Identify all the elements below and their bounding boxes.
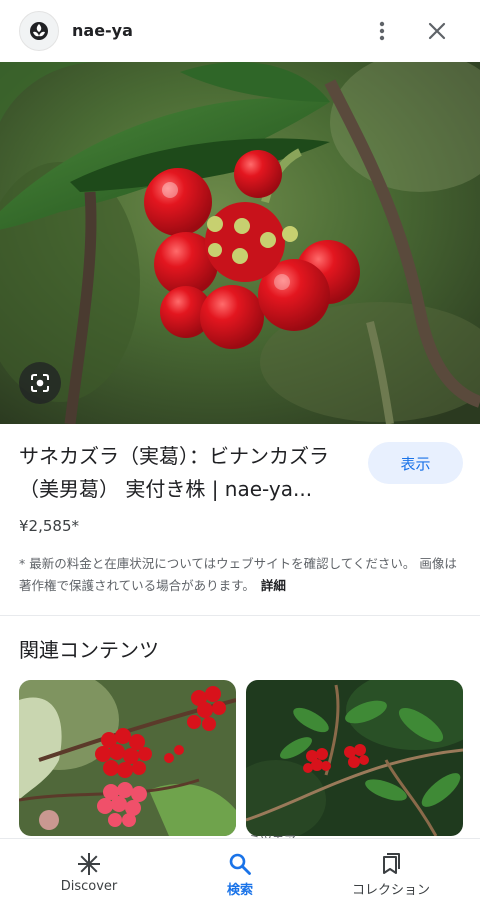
related-thumbnail[interactable] (246, 680, 463, 836)
more-vert-icon (379, 21, 385, 41)
copyright-notice: * 最新の料金と在庫状況についてはウェブサイトを確認してください。 画像は著作権… (19, 553, 464, 597)
lens-icon (31, 374, 49, 392)
bookmarks-icon (383, 853, 400, 874)
plant-logo-icon (30, 22, 48, 40)
search-icon (229, 853, 251, 875)
nav-collections-label: コレクション (351, 883, 430, 898)
lens-button[interactable] (19, 362, 61, 404)
nav-collections[interactable]: コレクション (311, 839, 471, 905)
related-heading: 関連コンテンツ (19, 638, 159, 662)
close-button[interactable] (421, 15, 453, 47)
nav-discover[interactable]: Discover (9, 839, 169, 905)
details-link[interactable]: 詳細 (261, 578, 286, 593)
nav-search-label: 検索 (226, 883, 253, 898)
nav-discover-label: Discover (60, 879, 118, 894)
divider (0, 615, 480, 616)
related-thumbnail[interactable] (19, 680, 236, 836)
more-options-button[interactable] (366, 15, 398, 47)
price: ¥2,585* (19, 517, 79, 535)
view-button[interactable]: 表示 (368, 442, 463, 484)
asterisk-icon (78, 853, 100, 875)
result-title[interactable]: サネカズラ（実葛）：ビナンカズラ（美男葛） 実付き株 | nae-ya... (19, 440, 359, 506)
nav-search[interactable]: 検索 (160, 839, 320, 905)
site-name[interactable]: nae-ya (72, 20, 133, 42)
notice-text: * 最新の料金と在庫状況についてはウェブサイトを確認してください。 画像は著作権… (19, 556, 457, 593)
close-icon (428, 22, 446, 40)
bottom-navigation: Discover 検索 コレクション (0, 838, 480, 904)
top-bar: nae-ya (0, 0, 480, 62)
red-berries-photo (0, 62, 480, 424)
red-berry-cluster-photo (19, 680, 236, 836)
result-image[interactable] (0, 62, 480, 424)
red-berry-branch-photo (246, 680, 463, 836)
site-logo[interactable] (19, 11, 59, 51)
